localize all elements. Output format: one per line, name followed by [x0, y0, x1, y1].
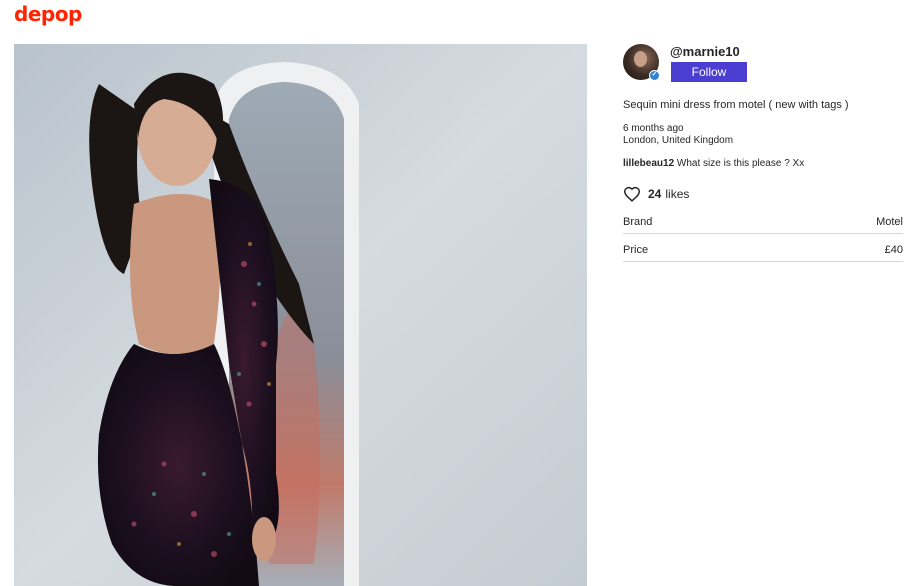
listing-meta: 6 months ago London, United Kingdom [623, 123, 733, 147]
seller-info: ✓ @marnie10 Follow [623, 44, 905, 84]
commenter-username[interactable]: lillebeau12 [623, 158, 674, 169]
heart-icon[interactable] [623, 186, 641, 202]
location: London, United Kingdom [623, 135, 734, 146]
listing-photo[interactable] [14, 44, 587, 586]
verified-badge-icon: ✓ [649, 70, 660, 81]
depop-logo[interactable]: depop [14, 2, 82, 26]
attribute-row-brand: Brand Motel [623, 212, 903, 234]
attribute-row-price: Price £40 [623, 240, 903, 262]
posted-time: 6 months ago [623, 123, 684, 134]
attribute-value[interactable]: Motel [876, 216, 903, 228]
attribute-value: £40 [884, 244, 903, 256]
comment: lillebeau12 What size is this please ? X… [623, 158, 804, 169]
likes: 24 likes [623, 185, 689, 203]
attribute-key: Price [623, 244, 649, 256]
likes-label: likes [665, 187, 690, 201]
seller-username[interactable]: @marnie10 [670, 44, 740, 59]
listing-photo-image [14, 44, 587, 586]
listing-description: Sequin mini dress from motel ( new with … [623, 99, 849, 111]
follow-button[interactable]: Follow [671, 62, 747, 82]
attribute-key: Brand [623, 216, 653, 228]
comment-text: What size is this please ? Xx [676, 158, 805, 169]
likes-count: 24 [648, 187, 662, 201]
